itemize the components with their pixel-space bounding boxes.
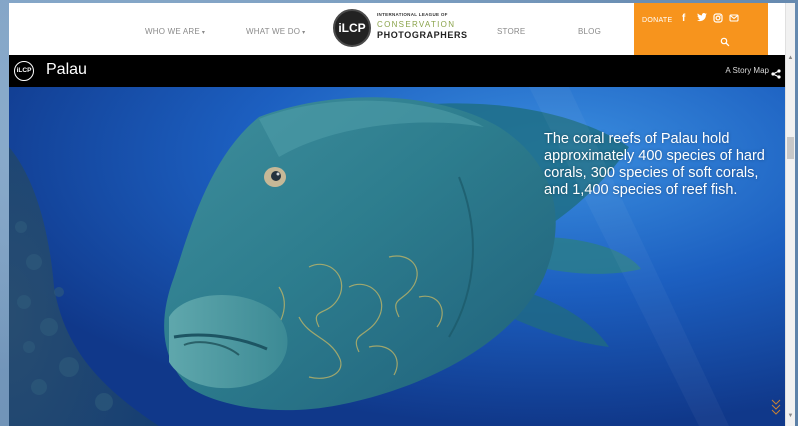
logo-line-3: PHOTOGRAPHERS xyxy=(377,29,468,40)
page-scrollbar[interactable]: ▲ ▼ xyxy=(785,3,795,426)
caret-down-icon: ▾ xyxy=(302,30,306,36)
donate-link[interactable]: DONATE xyxy=(642,17,672,24)
logo-line-2: CONSERVATION xyxy=(377,19,456,29)
browser-page: WHO WE ARE ▾ WHAT WE DO ▾ iLCP INTERNATION… xyxy=(9,3,785,426)
logo-wordmark: INTERNATIONAL LEAGUE OF CONSERVATION PHO… xyxy=(377,12,468,40)
mail-icon[interactable] xyxy=(729,13,739,26)
nav-item-label: BLOG xyxy=(578,27,602,36)
nav-item-store[interactable]: STORE xyxy=(497,27,525,36)
nav-item-label: WHO WE ARE xyxy=(145,27,200,36)
scroll-up-icon[interactable]: ▲ xyxy=(786,55,795,65)
story-header: iLCP Palau A Story Map xyxy=(9,55,785,87)
twitter-icon[interactable] xyxy=(697,13,707,25)
donate-panel: DONATE f xyxy=(634,3,768,55)
search-icon[interactable] xyxy=(720,34,730,47)
share-icon[interactable] xyxy=(771,66,781,79)
nav-item-who-we-are[interactable]: WHO WE ARE ▾ xyxy=(145,27,205,36)
hero-image: The coral reefs of Palau hold approximat… xyxy=(9,87,785,426)
story-caption: The coral reefs of Palau hold approximat… xyxy=(544,131,765,198)
page-title: Palau xyxy=(46,61,87,78)
nav-item-label: WHAT WE DO xyxy=(246,27,301,36)
caret-down-icon: ▾ xyxy=(201,30,206,36)
nav-item-what-we-do[interactable]: WHAT WE DO ▾ xyxy=(246,27,305,36)
nav-item-label: STORE xyxy=(497,27,526,36)
story-logo[interactable]: iLCP xyxy=(14,61,34,81)
scroll-down-icon[interactable]: ▼ xyxy=(786,413,795,423)
logo-line-1: INTERNATIONAL LEAGUE OF xyxy=(377,12,448,17)
nav-item-blog[interactable]: BLOG xyxy=(578,27,601,36)
instagram-icon[interactable] xyxy=(713,13,723,26)
facebook-icon[interactable]: f xyxy=(682,13,685,24)
scroll-thumb[interactable] xyxy=(787,137,794,159)
chevron-down-double-icon[interactable] xyxy=(771,397,781,415)
logo-badge: iLCP xyxy=(333,9,371,47)
site-header: WHO WE ARE ▾ WHAT WE DO ▾ iLCP INTERNATION… xyxy=(9,3,785,56)
story-map-label: A Story Map xyxy=(725,66,769,75)
